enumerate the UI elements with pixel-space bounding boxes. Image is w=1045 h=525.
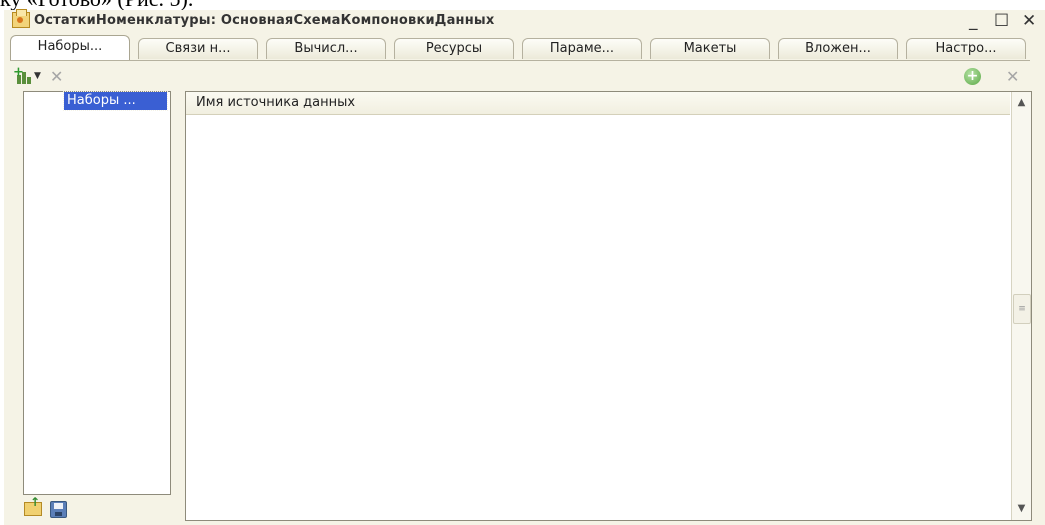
tab-resources[interactable]: Ресурсы (394, 38, 514, 59)
tab-settings[interactable]: Настро... (906, 38, 1026, 59)
table-toolbar: + ✕ (964, 67, 1034, 88)
tab-nested-schemas[interactable]: Вложен... (778, 38, 898, 59)
schema-window: ОстаткиНоменклатуры: ОсновнаяСхемаКомпон… (4, 9, 1045, 525)
datasets-tree[interactable]: Наборы ... (23, 91, 171, 495)
close-button[interactable]: ✕ (1022, 11, 1036, 31)
folder-up-icon[interactable] (24, 495, 42, 516)
maximize-button[interactable]: ☐ (994, 11, 1009, 31)
save-icon[interactable] (50, 501, 67, 518)
tab-parameters[interactable]: Параме... (522, 38, 642, 59)
tab-templates[interactable]: Макеты (650, 38, 770, 59)
column-header-data-source-name[interactable]: Имя источника данных (196, 95, 355, 110)
add-dataset-icon[interactable]: + (13, 65, 32, 84)
table-header: Имя источника данных (186, 92, 1010, 115)
tree-item-datasets[interactable]: Наборы ... (63, 91, 168, 111)
tab-divider (10, 60, 1030, 61)
delete-row-icon[interactable]: ✕ (1006, 67, 1019, 86)
chevron-down-icon[interactable]: ▼ (34, 71, 41, 81)
tab-dataset-links[interactable]: Связи н... (138, 38, 258, 59)
scroll-down-icon[interactable]: ▼ (1012, 500, 1031, 518)
delete-dataset-icon[interactable]: ✕ (50, 67, 63, 86)
tab-calculated-fields[interactable]: Вычисл... (266, 38, 386, 59)
scroll-up-icon[interactable]: ▲ (1012, 94, 1031, 112)
minimize-button[interactable]: _ (969, 11, 978, 31)
data-sources-table[interactable]: Имя источника данных ▲ ≡ ▼ (185, 91, 1032, 521)
vertical-scrollbar[interactable]: ▲ ≡ ▼ (1011, 92, 1031, 520)
data-composition-schema-icon (12, 9, 30, 28)
window-titlebar[interactable]: ОстаткиНоменклатуры: ОсновнаяСхемаКомпон… (4, 9, 1045, 34)
window-title: ОстаткиНоменклатуры: ОсновнаяСхемаКомпон… (34, 13, 495, 28)
plus-circle-icon[interactable]: + (964, 68, 981, 85)
scroll-thumb[interactable]: ≡ (1013, 294, 1031, 324)
tab-strip: Наборы... Связи н... Вычисл... Ресурсы П… (10, 35, 1040, 61)
tab-datasets[interactable]: Наборы... (10, 35, 130, 60)
